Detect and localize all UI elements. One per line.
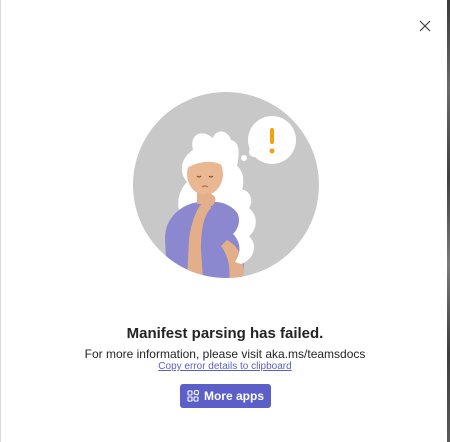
more-apps-button[interactable]: More apps <box>180 384 271 408</box>
error-dialog: Manifest parsing has failed. For more in… <box>0 0 448 442</box>
apps-icon <box>187 390 199 402</box>
copy-error-details-link[interactable]: Copy error details to clipboard <box>1 361 447 372</box>
error-title: Manifest parsing has failed. <box>126 325 324 342</box>
exclamation-icon <box>269 128 275 154</box>
close-button[interactable] <box>414 15 436 37</box>
close-icon <box>419 20 431 32</box>
thought-dot <box>241 155 247 161</box>
error-description: For more information, please visit aka.m… <box>84 347 366 361</box>
more-apps-label: More apps <box>203 389 264 403</box>
error-illustration <box>133 92 319 278</box>
